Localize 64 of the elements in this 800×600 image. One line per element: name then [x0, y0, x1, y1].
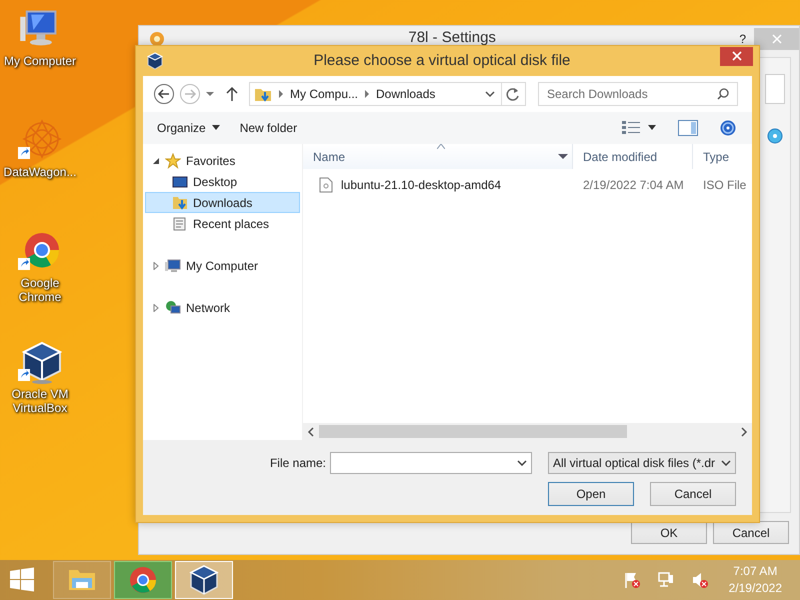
folder-icon	[254, 86, 272, 102]
dialog-button[interactable]: Cancel	[713, 521, 789, 544]
caret-icon	[212, 125, 220, 131]
flag-warning-icon[interactable]	[622, 571, 641, 589]
dialog-button[interactable]: Cancel	[650, 482, 736, 506]
search-field[interactable]: Search Downloads	[538, 82, 738, 106]
file-type: ISO File	[702, 177, 746, 194]
address-bar[interactable]: My Compu... Downloads	[249, 82, 526, 106]
close-button[interactable]	[720, 46, 753, 66]
toolbar-button[interactable]: Organize	[151, 117, 226, 139]
caret-icon	[558, 154, 568, 160]
close-icon	[732, 51, 742, 61]
up-arrow-icon[interactable]	[225, 86, 239, 102]
column-header[interactable]: Name	[303, 144, 573, 169]
cube-shortcut-icon[interactable]	[18, 341, 62, 385]
text-box	[765, 74, 785, 104]
dialog-button[interactable]: OK	[631, 521, 707, 544]
caret-icon	[721, 460, 731, 466]
breadcrumb-item[interactable]: My Compu...	[290, 85, 358, 103]
dialog-button[interactable]: Open	[548, 482, 634, 506]
caret-icon	[517, 460, 527, 466]
help-button[interactable]: ?	[739, 30, 746, 48]
nav-item[interactable]: Desktop	[145, 171, 300, 192]
scrollbar-thumb[interactable]	[319, 425, 627, 438]
desktop-icon	[172, 174, 188, 190]
caret-icon[interactable]	[648, 125, 656, 131]
chrome-icon	[127, 564, 159, 596]
toolbar-button[interactable]: New folder	[234, 117, 304, 139]
downloads-folder-icon	[172, 194, 188, 210]
column-header[interactable]: Date modified	[573, 144, 693, 169]
window-title: 78l - Settings	[407, 28, 497, 48]
star-icon	[165, 152, 181, 168]
back-icon[interactable]	[153, 83, 175, 105]
file-name-field[interactable]	[330, 452, 532, 474]
nav-item[interactable]: Recent places	[145, 213, 300, 234]
chevron-icon	[278, 90, 284, 98]
search-icon	[717, 88, 729, 100]
file-type-select[interactable]: All virtual optical disk files (*.dr	[548, 452, 736, 474]
search-placeholder: Search Downloads	[547, 86, 648, 103]
nav-item[interactable]: Network	[145, 297, 300, 318]
file-icon	[319, 177, 333, 193]
column-header[interactable]: Type	[693, 144, 752, 169]
caret-icon[interactable]	[485, 89, 495, 99]
nav-item[interactable]: Favorites	[145, 150, 300, 171]
recent-places-icon	[172, 216, 188, 232]
preview-pane-icon[interactable]	[678, 120, 698, 136]
view-list-icon[interactable]	[622, 121, 640, 135]
network-icon	[165, 300, 181, 316]
nav-item[interactable]: Downloads	[145, 192, 300, 213]
field-label: File name:	[270, 455, 326, 472]
gear-icon	[149, 30, 165, 46]
speaker-muted-icon[interactable]	[690, 571, 709, 589]
start-icon[interactable]	[8, 566, 36, 594]
chevron-icon	[364, 90, 370, 98]
nav-item[interactable]: My Computer	[145, 255, 300, 276]
file-name[interactable]: lubuntu-21.10-desktop-amd64	[341, 176, 502, 194]
cube-icon	[146, 52, 164, 70]
disc-icon[interactable]	[767, 128, 783, 144]
cube-icon	[188, 564, 220, 596]
computer-icon	[165, 258, 181, 274]
breadcrumb-item[interactable]: Downloads	[376, 85, 436, 103]
close-icon	[772, 34, 782, 44]
dialog-title: Please choose a virtual optical disk file	[312, 50, 572, 71]
file-date: 2/19/2022 7:04 AM	[582, 177, 685, 194]
